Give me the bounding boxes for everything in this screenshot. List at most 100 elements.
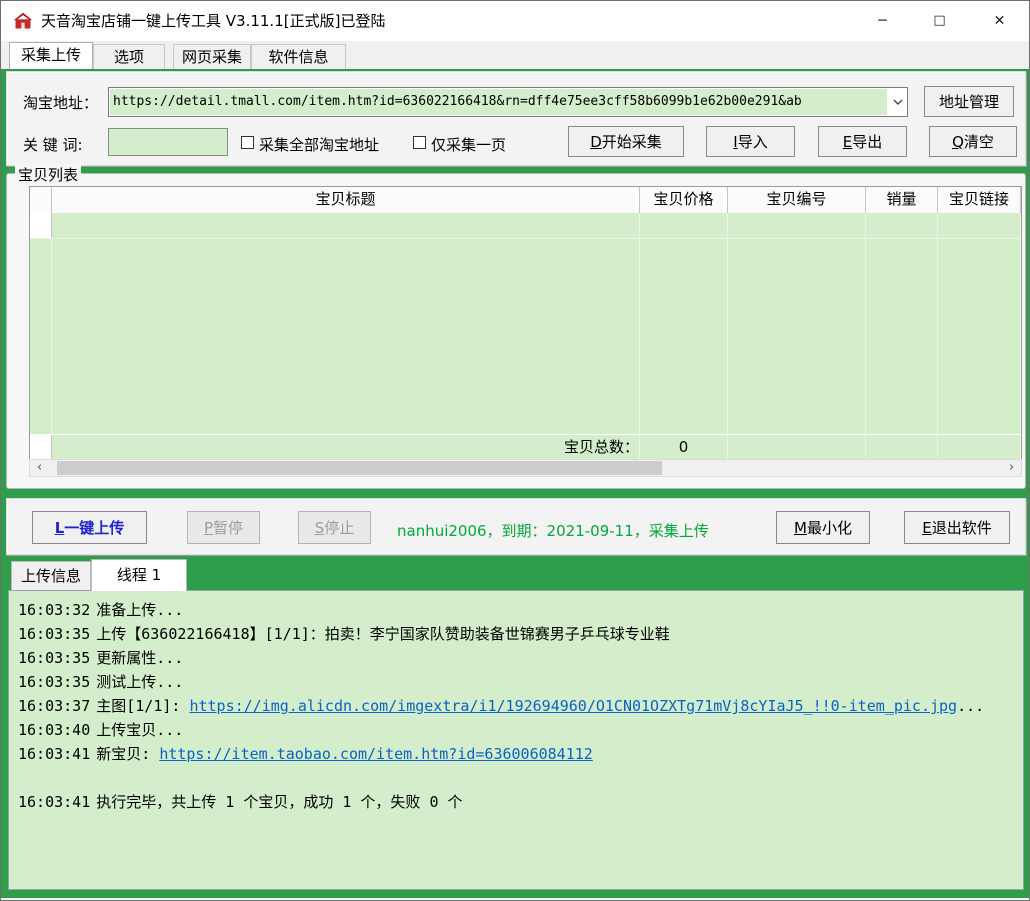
table-row-cell [728, 213, 866, 238]
upload-log-panel[interactable]: 16:03:32 准备上传... 16:03:35 上传【636022166418】[… [8, 590, 1024, 890]
keyword-label: 关 键 词: [23, 134, 83, 155]
log-timestamp: 16:03:41 [18, 793, 90, 811]
table-empty-area [30, 238, 1021, 434]
import-button[interactable]: I导入 [706, 126, 795, 157]
table-empty-area-cell [640, 239, 728, 434]
log-message-suffix: ... [957, 697, 984, 715]
table-row [30, 213, 1021, 238]
table-header-row: 宝贝标题宝贝价格宝贝编号销量宝贝链接 [30, 187, 1021, 213]
action-bar: L一键上传 P暂停 S停止 nanhui2006，到期：2021-09-11，采… [6, 498, 1026, 555]
log-line: 16:03:41 新宝贝: https://item.taobao.com/ite… [18, 742, 1014, 766]
export-button[interactable]: E导出 [818, 126, 907, 157]
table-header-row-cell: 宝贝编号 [728, 187, 866, 213]
log-line: 16:03:35 上传【636022166418】[1/1]：拍卖！李宁国家队赞助… [18, 622, 1014, 646]
log-message: 测试上传... [96, 673, 183, 691]
log-line: 16:03:41 执行完毕，共上传 1 个宝贝，成功 1 个，失败 0 个 [18, 790, 1014, 814]
table-empty-area-cell [866, 239, 938, 434]
log-line: 16:03:32 准备上传... [18, 598, 1014, 622]
horizontal-scrollbar[interactable]: ‹ › [29, 459, 1022, 477]
clear-button[interactable]: Q清空 [929, 126, 1017, 157]
tab-software-info[interactable]: 软件信息 [251, 44, 346, 69]
table-row-cell [866, 213, 938, 238]
product-table[interactable]: 宝贝标题宝贝价格宝贝编号销量宝贝链接宝贝总数：0 [29, 186, 1022, 459]
maximize-window-icon[interactable]: □ [916, 1, 963, 41]
taobao-address-label: 淘宝地址： [23, 92, 98, 113]
chevron-down-icon[interactable] [888, 88, 907, 116]
table-total-row: 宝贝总数：0 [30, 434, 1021, 460]
app-logo-house-icon [13, 11, 33, 31]
log-message: 准备上传... [96, 601, 183, 619]
table-header-row-cell [30, 187, 52, 213]
table-empty-area-cell [938, 239, 1021, 434]
collect-all-checkbox-label[interactable]: 采集全部淘宝地址 [259, 134, 379, 155]
table-row-cell [640, 213, 728, 238]
log-timestamp: 16:03:35 [18, 625, 90, 643]
log-blank-line [18, 766, 1014, 790]
table-empty-area-cell [728, 239, 866, 434]
log-line: 16:03:40 上传宝贝... [18, 718, 1014, 742]
table-empty-area-cell [30, 239, 52, 434]
scroll-right-icon[interactable]: › [1003, 460, 1020, 476]
table-empty-area-cell [52, 239, 640, 434]
tab-web-collect[interactable]: 网页采集 [173, 44, 251, 69]
scrollbar-thumb[interactable] [57, 461, 662, 475]
table-total-row-cell [30, 435, 52, 460]
table-total-row-cell [728, 435, 866, 460]
tab-thread-1[interactable]: 线程 1 [91, 559, 187, 591]
table-total-row-cell [866, 435, 938, 460]
minimize-app-button[interactable]: M最小化 [776, 511, 870, 544]
minimize-window-icon[interactable]: ─ [859, 1, 906, 41]
tab-options[interactable]: 选项 [93, 44, 165, 69]
app-window: 天音淘宝店铺一键上传工具 V3.11.1[正式版]已登陆 ─ □ ✕ 采集上传 … [0, 0, 1030, 901]
license-status-text: nanhui2006，到期：2021-09-11，采集上传 [397, 520, 709, 541]
table-row-cell [30, 213, 52, 238]
exit-app-button[interactable]: E退出软件 [904, 511, 1010, 544]
table-header-row-cell: 宝贝标题 [52, 187, 640, 213]
table-total-row-cell: 0 [640, 435, 728, 460]
tab-upload-info[interactable]: 上传信息 [11, 561, 91, 590]
log-message: 上传宝贝... [96, 721, 183, 739]
log-message: 执行完毕，共上传 1 个宝贝，成功 1 个，失败 0 个 [96, 793, 462, 811]
address-manage-button[interactable]: 地址管理 [924, 86, 1014, 117]
table-header-row-cell: 宝贝价格 [640, 187, 728, 213]
one-page-checkbox[interactable] [413, 136, 426, 149]
close-window-icon[interactable]: ✕ [976, 1, 1023, 41]
table-header-row-cell: 宝贝链接 [938, 187, 1021, 213]
table-row-cell [52, 213, 640, 238]
pause-button: P暂停 [187, 511, 260, 544]
log-timestamp: 16:03:41 [18, 745, 90, 763]
keyword-input[interactable] [108, 128, 228, 156]
log-message: 新宝贝: [96, 745, 159, 763]
log-line: 16:03:35 更新属性... [18, 646, 1014, 670]
log-link[interactable]: https://item.taobao.com/item.htm?id=6360… [159, 745, 592, 763]
taobao-address-combobox[interactable]: https://detail.tmall.com/item.htm?id=636… [108, 87, 908, 117]
table-total-row-cell: 宝贝总数： [52, 435, 640, 460]
collect-all-checkbox[interactable] [241, 136, 254, 149]
log-timestamp: 16:03:35 [18, 649, 90, 667]
one-click-upload-button[interactable]: L一键上传 [32, 511, 147, 544]
log-line: 16:03:37 主图[1/1]: https://img.alicdn.com/… [18, 694, 1014, 718]
one-page-checkbox-label[interactable]: 仅采集一页 [431, 134, 506, 155]
table-total-row-cell [938, 435, 1021, 460]
table-row-cell [938, 213, 1021, 238]
log-timestamp: 16:03:35 [18, 673, 90, 691]
collect-panel: 淘宝地址： https://detail.tmall.com/item.htm?… [6, 71, 1026, 166]
stop-button: S停止 [298, 511, 371, 544]
titlebar: 天音淘宝店铺一键上传工具 V3.11.1[正式版]已登陆 ─ □ ✕ [1, 1, 1030, 41]
tab-collect-upload[interactable]: 采集上传 [9, 42, 93, 69]
log-timestamp: 16:03:37 [18, 697, 90, 715]
scroll-left-icon[interactable]: ‹ [31, 460, 48, 476]
log-message: 更新属性... [96, 649, 183, 667]
product-list-group-label: 宝贝列表 [15, 164, 81, 185]
log-line: 16:03:35 测试上传... [18, 670, 1014, 694]
start-collect-button[interactable]: D开始采集 [568, 126, 684, 157]
log-message: 上传【636022166418】[1/1]：拍卖！李宁国家队赞助装备世锦赛男子乒… [96, 625, 670, 643]
table-header-row-cell: 销量 [866, 187, 938, 213]
log-link[interactable]: https://img.alicdn.com/imgextra/i1/19269… [189, 697, 957, 715]
taobao-address-value[interactable]: https://detail.tmall.com/item.htm?id=636… [110, 89, 887, 115]
log-timestamp: 16:03:40 [18, 721, 90, 739]
log-timestamp: 16:03:32 [18, 601, 90, 619]
window-title: 天音淘宝店铺一键上传工具 V3.11.1[正式版]已登陆 [41, 1, 385, 41]
menu-tabbar: 采集上传 选项 网页采集 软件信息 [1, 41, 1030, 69]
log-message: 主图[1/1]: [96, 697, 189, 715]
